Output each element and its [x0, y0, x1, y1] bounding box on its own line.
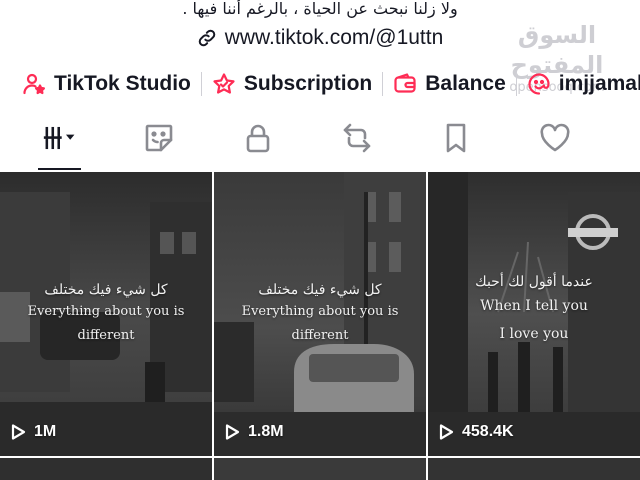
tab-stickers[interactable]: [109, 116, 208, 170]
tab-videos[interactable]: [10, 116, 109, 170]
tab-private[interactable]: [208, 116, 307, 170]
play-icon: [222, 422, 242, 442]
wallet-icon: [393, 72, 417, 96]
caption-english-line-1: When I tell you: [480, 298, 588, 314]
tab-favorites[interactable]: [406, 116, 505, 170]
video-thumbnail[interactable]: عندما أقول لك أحبك When I tell you I lov…: [428, 172, 640, 456]
lock-icon: [241, 121, 275, 155]
video-caption: كل شيء فيك مختلف Everything about you is…: [214, 280, 426, 348]
profile-bio: ولا زلنا نبحث عن الحياة ، بالرغم أننا في…: [182, 0, 458, 18]
caption-english-line-2: I love you: [499, 326, 569, 342]
video-caption: عندما أقول لك أحبك When I tell you I lov…: [428, 272, 640, 348]
heart-icon: [538, 121, 572, 155]
video-thumbnail[interactable]: [0, 458, 212, 480]
tab-reposts[interactable]: [307, 116, 406, 170]
video-thumbnail[interactable]: كل شيء فيك مختلف Everything about you is…: [214, 172, 426, 456]
tab-liked[interactable]: [505, 116, 604, 170]
smile-icon: [527, 72, 551, 96]
balance-label: Balance: [425, 72, 506, 95]
caption-english: Everything about you is different: [27, 304, 185, 343]
video-grid: كل شيء فيك مختلف Everything about you is…: [0, 172, 640, 480]
bookmark-icon: [439, 121, 473, 155]
caption-english: Everything about you is different: [241, 304, 399, 343]
tiktok-studio-link[interactable]: TikTok Studio: [0, 66, 201, 102]
sticker-icon: [142, 121, 176, 155]
imjjamal-label: imjjamal's: [558, 72, 640, 95]
link-icon: [197, 28, 217, 48]
balance-link[interactable]: Balance: [383, 66, 516, 102]
profile-tab-bar: [0, 116, 640, 170]
subscription-link[interactable]: Subscription: [202, 66, 382, 102]
caption-arabic: كل شيء فيك مختلف: [258, 282, 382, 298]
play-icon: [436, 422, 456, 442]
profile-link-text[interactable]: www.tiktok.com/@1uttn: [225, 26, 444, 50]
imjjamal-link[interactable]: imjjamal's: [517, 66, 640, 102]
video-thumbnail[interactable]: كل شيء فيك مختلف Everything about you is…: [0, 172, 212, 456]
video-thumbnail[interactable]: [214, 458, 426, 480]
profile-quick-links: TikTok Studio Subscription Balance imjja…: [0, 66, 640, 102]
chevron-down-icon: [65, 134, 74, 140]
view-count: 458.4K: [436, 422, 514, 442]
caption-arabic: عندما أقول لك أحبك: [475, 274, 593, 290]
person-star-icon: [22, 72, 46, 96]
subscription-label: Subscription: [243, 72, 373, 95]
video-thumbnail[interactable]: [428, 458, 640, 480]
view-count: 1.8M: [222, 422, 284, 442]
view-count-value: 1.8M: [248, 423, 284, 440]
view-count: 1M: [8, 422, 56, 442]
grid-columns-icon: [43, 121, 77, 155]
view-count-value: 458.4K: [462, 423, 514, 440]
view-count-value: 1M: [34, 423, 57, 440]
video-caption: كل شيء فيك مختلف Everything about you is…: [0, 280, 212, 348]
repost-icon: [340, 121, 374, 155]
caption-arabic: كل شيء فيك مختلف: [44, 282, 168, 298]
subscription-star-icon: [212, 72, 236, 96]
play-icon: [8, 422, 28, 442]
tiktok-studio-label: TikTok Studio: [54, 72, 191, 95]
